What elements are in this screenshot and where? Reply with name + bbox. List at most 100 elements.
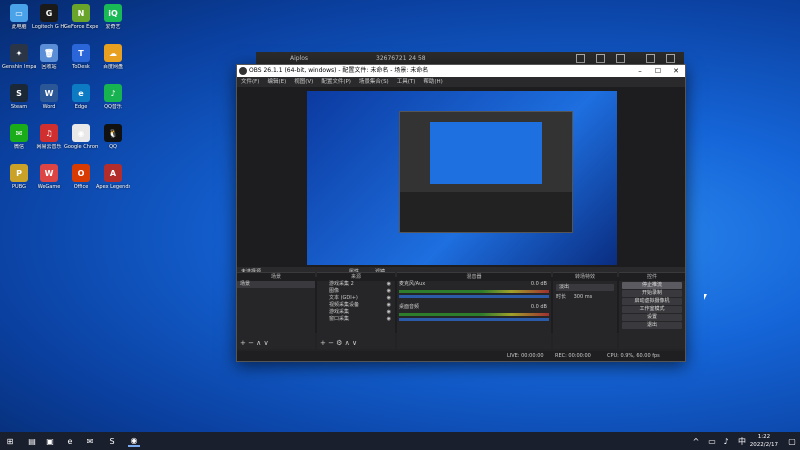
clock-date: 2022/2/17 <box>749 442 778 448</box>
app-icon: N <box>72 4 90 22</box>
control-button[interactable]: 停止推流 <box>622 282 682 289</box>
desktop-icon-label: Logitech G HUB <box>32 24 66 30</box>
control-button[interactable]: 开始录制 <box>622 290 682 297</box>
source-item[interactable]: 游戏采集 2 ◉ <box>317 281 395 288</box>
mouse-cursor <box>704 294 707 300</box>
menu-item[interactable]: 文件(F) <box>241 77 259 87</box>
menu-item[interactable]: 工具(T) <box>397 77 416 87</box>
grid-icon[interactable] <box>596 54 605 63</box>
minimize-icon[interactable] <box>646 54 655 63</box>
steam-icon[interactable]: S <box>106 435 118 447</box>
live-status: LIVE: 00:00:00 <box>507 353 544 359</box>
desktop-icon[interactable]: O Office <box>64 164 98 202</box>
mixer-dock: 混音器 麦克风/Aux 0.0 dB 桌面音频 0.0 dB <box>397 272 551 349</box>
duration-input[interactable]: 300 ms <box>574 294 593 300</box>
app-icon: A <box>104 164 122 182</box>
desktop-icon[interactable]: ✦ Genshin Impact <box>2 44 36 82</box>
source-item[interactable]: 游戏采集 ◉ <box>317 309 395 316</box>
edge-icon[interactable]: e <box>64 435 76 447</box>
gamepad-icon[interactable] <box>616 54 625 63</box>
app-icon: O <box>72 164 90 182</box>
eye-icon[interactable]: ◉ <box>387 309 391 316</box>
control-button[interactable]: 启动虚拟摄像机 <box>622 298 682 305</box>
app-icon: e <box>72 84 90 102</box>
desktop-icon-label: GeForce Experience <box>64 24 98 30</box>
desktop-icon-label: 爱奇艺 <box>105 24 121 30</box>
sources-header: 来源 <box>317 273 395 281</box>
eye-icon[interactable]: ◉ <box>387 302 391 309</box>
home-icon[interactable] <box>576 54 585 63</box>
source-label: 文本 (GDI+) <box>329 295 358 301</box>
close-button[interactable]: ✕ <box>667 65 685 77</box>
obs-taskbar-icon[interactable]: ◉ <box>128 435 140 447</box>
eye-icon[interactable]: ◉ <box>387 295 391 302</box>
eye-icon[interactable]: ◉ <box>387 288 391 295</box>
desktop-icon[interactable]: ♫ 网易云音乐 <box>32 124 66 162</box>
source-item[interactable]: 视频采集设备 ◉ <box>317 302 395 309</box>
menu-item[interactable]: 帮助(H) <box>423 77 442 87</box>
control-button[interactable]: 工作室模式 <box>622 306 682 313</box>
desktop-icon[interactable]: G Logitech G HUB <box>32 4 66 42</box>
app-icon: iQ <box>104 4 122 22</box>
nested-obs-preview <box>399 111 573 233</box>
volume-icon[interactable]: ♪ <box>720 435 732 447</box>
menu-item[interactable]: 配置文件(P) <box>321 77 351 87</box>
minimize-button[interactable]: – <box>631 65 649 77</box>
desktop-icon[interactable]: ♪ QQ音乐 <box>96 84 130 122</box>
source-item[interactable]: 图像 ◉ <box>317 288 395 295</box>
close-icon[interactable] <box>666 54 675 63</box>
desktop-icon[interactable]: T ToDesk <box>64 44 98 82</box>
source-item[interactable]: 文本 (GDI+) ◉ <box>317 295 395 302</box>
mic-volume-slider[interactable] <box>399 295 549 298</box>
wechat-icon[interactable]: ✉ <box>84 435 96 447</box>
desktop-icon[interactable]: A Apex Legends <box>96 164 130 202</box>
desktop-icon[interactable]: ◉ Google Chrome <box>64 124 98 162</box>
desktop-icon[interactable]: W WeGame <box>32 164 66 202</box>
maximize-button[interactable]: ☐ <box>649 65 667 77</box>
scene-item[interactable]: 场景 <box>237 281 315 288</box>
app-icon: ▭ <box>10 4 28 22</box>
desktop-icon[interactable]: 🐧 QQ <box>96 124 130 162</box>
desktop-icon[interactable]: ☁ 百度网盘 <box>96 44 130 82</box>
desktop-icon[interactable]: 🗑 回收站 <box>32 44 66 82</box>
desktop-audio-db: 0.0 dB <box>530 304 547 310</box>
obs-titlebar[interactable]: OBS 26.1.1 (64-bit, windows) - 配置文件: 未命名… <box>237 65 685 77</box>
control-button[interactable]: 退出 <box>622 322 682 329</box>
desktop-icon[interactable]: P PUBG <box>2 164 36 202</box>
desktop-icon[interactable]: iQ 爱奇艺 <box>96 4 130 42</box>
control-button[interactable]: 设置 <box>622 314 682 321</box>
desktop-icon-label: 此电脑 <box>11 24 27 30</box>
source-item[interactable]: 窗口采集 ◉ <box>317 316 395 323</box>
store-icon[interactable]: ▣ <box>44 435 56 447</box>
desktop-icon[interactable]: W Word <box>32 84 66 122</box>
desktop-icon[interactable]: e Edge <box>64 84 98 122</box>
mic-channel-label: 麦克风/Aux <box>399 281 426 287</box>
file-explorer-icon[interactable]: ▤ <box>26 435 38 447</box>
desktop-audio-volume-slider[interactable] <box>399 318 549 321</box>
menu-item[interactable]: 视图(V) <box>294 77 313 87</box>
desktop-icon-label: QQ <box>109 144 117 150</box>
desktop-icon-label: Edge <box>74 104 88 110</box>
tray-chevron-icon[interactable]: ^ <box>690 435 702 447</box>
eye-icon[interactable]: ◉ <box>387 281 391 288</box>
desktop-icon-label: ToDesk <box>72 64 90 70</box>
desktop-icon[interactable]: ▭ 此电脑 <box>2 4 36 42</box>
app-icon: ◉ <box>72 124 90 142</box>
desktop-icon[interactable]: S Steam <box>2 84 36 122</box>
menu-item[interactable]: 场景集合(S) <box>359 77 389 87</box>
app-icon: W <box>40 84 58 102</box>
desktop-icon[interactable]: ✉ 微信 <box>2 124 36 162</box>
network-icon[interactable]: ▭ <box>706 435 718 447</box>
app-icon: P <box>10 164 28 182</box>
notification-icon[interactable]: ▢ <box>786 435 798 447</box>
desktop-icon[interactable]: N GeForce Experience <box>64 4 98 42</box>
cpu-status: CPU: 0.9%, 60.00 fps <box>607 353 660 359</box>
transition-select[interactable]: 淡出 <box>556 284 614 291</box>
ime-icon[interactable]: 中 <box>736 435 748 447</box>
menu-item[interactable]: 编辑(E) <box>267 77 286 87</box>
app-icon: S <box>10 84 28 102</box>
clock[interactable]: 1:22 2022/2/17 <box>750 433 778 449</box>
windows-start-icon[interactable]: ⊞ <box>4 435 16 447</box>
eye-icon[interactable]: ◉ <box>387 316 391 323</box>
controls-header: 控件 <box>619 273 685 281</box>
